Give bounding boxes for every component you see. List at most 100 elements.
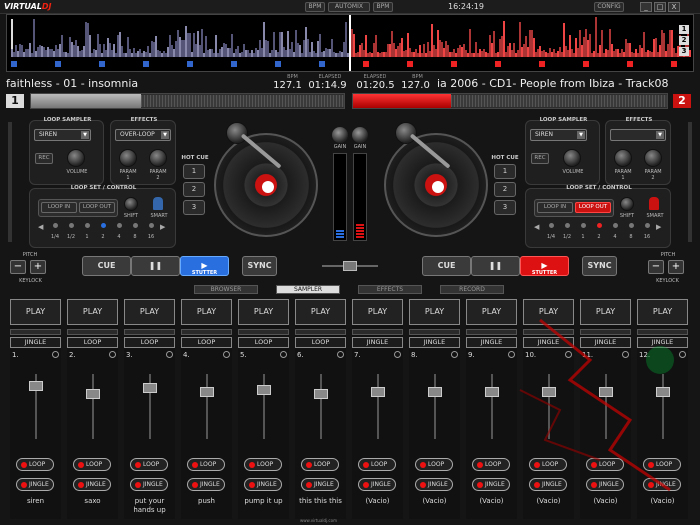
deck1-loop-next-icon[interactable]: ▶ <box>160 223 168 231</box>
deck1-hot-cue-2[interactable]: 2 <box>183 182 205 197</box>
sampler-mode-button[interactable]: LOOP <box>295 337 346 348</box>
deck2-pitch-up-button[interactable]: + <box>668 260 684 274</box>
sampler-mode-button[interactable]: LOOP <box>181 337 232 348</box>
deck2-pitch-track[interactable] <box>688 122 692 242</box>
deck1-loop-prev-icon[interactable]: ◀ <box>38 223 46 231</box>
deck2-stutter-button[interactable]: ▶ STUTTER <box>520 256 569 276</box>
deck1-pitch-track[interactable] <box>8 122 12 242</box>
deck1-param2-knob[interactable] <box>149 149 167 167</box>
sampler-volume-track[interactable] <box>263 374 265 439</box>
deck1-turntable[interactable] <box>214 133 318 237</box>
sampler-volume-fader[interactable] <box>143 383 157 393</box>
deck2-play-button[interactable]: ❚❚ <box>471 256 520 276</box>
lock-icon[interactable] <box>153 197 163 210</box>
config-button[interactable]: CONFIG <box>594 2 624 12</box>
sampler-loop-toggle[interactable]: LOOP <box>73 458 111 471</box>
deck1-stutter-button[interactable]: ▶ STUTTER <box>180 256 229 276</box>
loop-length-label[interactable]: 1 <box>80 234 94 240</box>
deck2-rec-button[interactable]: REC <box>531 153 549 164</box>
sampler-loop-toggle[interactable]: LOOP <box>358 458 396 471</box>
loop-length-led[interactable] <box>53 223 58 228</box>
sampler-jingle-toggle[interactable]: JINGLE <box>358 478 396 491</box>
deck1-keylock-label[interactable]: KEYLOCK <box>8 278 53 284</box>
loop-length-label[interactable]: 1/4 <box>544 234 558 240</box>
deck1-effect-select[interactable]: OVER-LOOP ▼ <box>115 129 171 141</box>
sampler-mode-button[interactable]: JINGLE <box>352 337 403 348</box>
lock-icon[interactable] <box>649 197 659 210</box>
sampler-volume-fader[interactable] <box>428 387 442 397</box>
loop-length-label[interactable]: 1/2 <box>64 234 78 240</box>
deck1-pitch-up-button[interactable]: + <box>30 260 46 274</box>
sampler-volume-fader[interactable] <box>485 387 499 397</box>
loop-length-led[interactable] <box>629 223 634 228</box>
waveform-num-3[interactable]: 3 <box>679 47 689 56</box>
bpm-button-right[interactable]: BPM <box>373 2 393 12</box>
deck2-effect-select[interactable]: ▼ <box>610 129 666 141</box>
sampler-volume-track[interactable] <box>206 374 208 439</box>
sampler-loop-toggle[interactable]: LOOP <box>244 458 282 471</box>
loop-length-led[interactable] <box>565 223 570 228</box>
maximize-button[interactable]: □ <box>654 2 666 12</box>
sampler-volume-track[interactable] <box>377 374 379 439</box>
sampler-play-button[interactable]: PLAY <box>181 299 232 325</box>
loop-length-label[interactable]: 1/4 <box>48 234 62 240</box>
sampler-volume-fader[interactable] <box>86 389 100 399</box>
deck1-loop-out-button[interactable]: LOOP OUT <box>79 202 115 213</box>
sampler-play-button[interactable]: PLAY <box>352 299 403 325</box>
waveform-num-1[interactable]: 1 <box>679 25 689 34</box>
waveform-num-2[interactable]: 2 <box>679 36 689 45</box>
sampler-jingle-toggle[interactable]: JINGLE <box>130 478 168 491</box>
sampler-loop-toggle[interactable]: LOOP <box>16 458 54 471</box>
sampler-mode-button[interactable]: LOOP <box>238 337 289 348</box>
loop-length-label[interactable]: 16 <box>640 234 654 240</box>
deck2-cue-button[interactable]: CUE <box>422 256 471 276</box>
sampler-mode-button[interactable]: LOOP <box>124 337 175 348</box>
sampler-loop-toggle[interactable]: LOOP <box>130 458 168 471</box>
bpm-button-left[interactable]: BPM <box>305 2 325 12</box>
deck2-volume-knob[interactable] <box>563 149 581 167</box>
loop-length-label[interactable]: 1/2 <box>560 234 574 240</box>
deck1-loop-in-button[interactable]: LOOP IN <box>41 202 77 213</box>
deck1-play-button[interactable]: ❚❚ <box>131 256 180 276</box>
deck1-overview[interactable] <box>30 93 345 109</box>
sampler-jingle-toggle[interactable]: JINGLE <box>187 478 225 491</box>
tab-effects[interactable]: EFFECTS <box>358 285 422 294</box>
deck1-rec-button[interactable]: REC <box>35 153 53 164</box>
deck2-loop-prev-icon[interactable]: ◀ <box>534 223 542 231</box>
loop-length-led[interactable] <box>597 223 602 228</box>
deck2-sample-select[interactable]: SIREN ▼ <box>530 129 587 141</box>
sampler-loop-toggle[interactable]: LOOP <box>301 458 339 471</box>
loop-length-led[interactable] <box>133 223 138 228</box>
deck1-sync-button[interactable]: SYNC <box>242 256 277 276</box>
loop-length-label[interactable]: 4 <box>112 234 126 240</box>
sampler-mode-button[interactable]: JINGLE <box>409 337 460 348</box>
sampler-loop-toggle[interactable]: LOOP <box>415 458 453 471</box>
sampler-jingle-toggle[interactable]: JINGLE <box>301 478 339 491</box>
deck1-sample-select[interactable]: SIREN ▼ <box>34 129 91 141</box>
rhythm-waveform[interactable]: 1 2 3 <box>6 14 694 72</box>
tab-record[interactable]: RECORD <box>440 285 504 294</box>
settings-icon[interactable] <box>109 351 116 358</box>
settings-icon[interactable] <box>280 351 287 358</box>
loop-length-label[interactable]: 8 <box>624 234 638 240</box>
sampler-play-button[interactable]: PLAY <box>409 299 460 325</box>
sampler-play-button[interactable]: PLAY <box>238 299 289 325</box>
gain-knob-left[interactable] <box>332 127 348 143</box>
deck1-volume-knob[interactable] <box>67 149 85 167</box>
loop-length-led[interactable] <box>117 223 122 228</box>
deck2-loop-out-button[interactable]: LOOP OUT <box>575 202 611 213</box>
deck2-hot-cue-3[interactable]: 3 <box>494 200 516 215</box>
loop-length-led[interactable] <box>645 223 650 228</box>
loop-length-label[interactable]: 4 <box>608 234 622 240</box>
deck2-pitch-down-button[interactable]: − <box>648 260 664 274</box>
loop-length-label[interactable]: 2 <box>96 234 110 240</box>
loop-length-label[interactable]: 2 <box>592 234 606 240</box>
loop-length-led[interactable] <box>149 223 154 228</box>
deck2-keylock-label[interactable]: KEYLOCK <box>645 278 690 284</box>
settings-icon[interactable] <box>394 351 401 358</box>
deck2-loop-in-button[interactable]: LOOP IN <box>537 202 573 213</box>
tab-browser[interactable]: BROWSER <box>194 285 258 294</box>
loop-length-label[interactable]: 1 <box>576 234 590 240</box>
sampler-volume-fader[interactable] <box>200 387 214 397</box>
loop-length-label[interactable]: 16 <box>144 234 158 240</box>
